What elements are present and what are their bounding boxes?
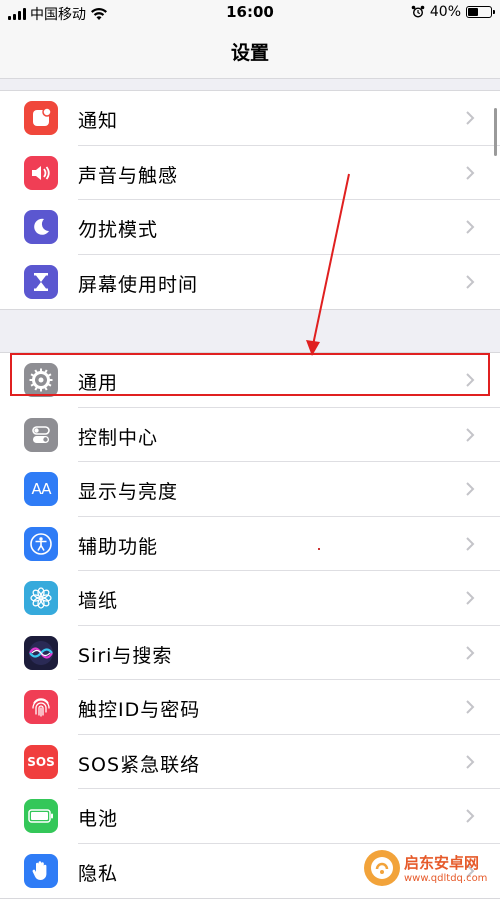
chevron-right-icon	[466, 700, 475, 714]
accessibility-icon	[24, 526, 58, 561]
settings-row-touch-id-passcode[interactable]: 触控ID与密码	[0, 680, 500, 735]
watermark-logo-icon	[364, 850, 400, 886]
annotation-dot	[318, 548, 320, 550]
battery-icon	[24, 799, 58, 833]
settings-row-screen-time[interactable]: 屏幕使用时间	[0, 255, 500, 310]
sound-icon	[24, 155, 58, 190]
chevron-right-icon	[466, 754, 475, 769]
settings-row-notifications[interactable]: 通知	[0, 91, 500, 146]
settings-row-display-brightness[interactable]: AA 显示与亮度	[0, 462, 500, 517]
settings-row-label: 控制中心	[78, 426, 159, 449]
chevron-right-icon	[466, 220, 475, 234]
settings-row-label: Siri与搜索	[78, 644, 173, 667]
settings-group-1: 通知 声音与触感 勿扰模式 屏幕使用时间	[0, 90, 500, 310]
settings-row-control-center[interactable]: 控制中心	[0, 408, 500, 462]
scroll-indicator[interactable]	[494, 108, 497, 156]
settings-row-siri-search[interactable]: Siri与搜索	[0, 626, 500, 680]
watermark: 启东安卓网 www.qdltdq.com	[364, 847, 496, 889]
settings-row-label: 勿扰模式	[78, 219, 159, 241]
chevron-right-icon	[466, 536, 475, 551]
annotation-highlight-box	[10, 353, 490, 396]
sos-icon: SOS	[24, 744, 58, 779]
settings-row-label: 隐私	[78, 862, 119, 885]
page-title: 设置	[230, 42, 269, 64]
screen-time-hourglass-icon	[24, 264, 58, 299]
chevron-right-icon	[466, 274, 475, 289]
alarm-clock-icon	[411, 5, 425, 18]
icon-glyph: AA	[31, 480, 52, 498]
icon-glyph: SOS	[27, 754, 55, 769]
settings-row-label: 显示与亮度	[78, 481, 179, 503]
status-bar: 中国移动 16:00 40%	[0, 0, 500, 26]
control-center-icon	[24, 417, 58, 452]
chevron-right-icon	[466, 645, 475, 660]
notifications-icon	[24, 101, 58, 135]
chevron-right-icon	[466, 165, 475, 180]
settings-row-label: 触控ID与密码	[78, 699, 201, 721]
navigation-bar: 设置	[0, 26, 500, 79]
settings-row-sounds-haptics[interactable]: 声音与触感	[0, 146, 500, 200]
chevron-right-icon	[466, 591, 475, 605]
settings-row-label: 辅助功能	[78, 535, 159, 558]
settings-row-do-not-disturb[interactable]: 勿扰模式	[0, 200, 500, 255]
chevron-right-icon	[466, 427, 475, 442]
settings-group-2: 通用 控制中心 AA 显示与亮度 辅助功能 墙纸 Siri与搜索 触控ID与密码…	[0, 352, 500, 899]
privacy-hand-icon	[24, 853, 58, 888]
settings-row-label: 声音与触感	[78, 164, 179, 187]
settings-row-label: 墙纸	[78, 590, 119, 612]
settings-row-battery[interactable]: 电池	[0, 789, 500, 844]
settings-row-wallpaper[interactable]: 墙纸	[0, 571, 500, 626]
settings-row-emergency-sos[interactable]: SOS SOS紧急联络	[0, 735, 500, 789]
settings-row-label: 电池	[78, 808, 119, 830]
settings-row-label: 屏幕使用时间	[78, 273, 199, 296]
battery-status-icon	[466, 6, 495, 18]
siri-icon	[24, 635, 58, 670]
chevron-right-icon	[466, 482, 475, 496]
chevron-right-icon	[466, 809, 475, 823]
display-brightness-icon: AA	[24, 472, 58, 506]
watermark-url: www.qdltdq.com	[404, 873, 488, 884]
status-right: 40%	[411, 4, 495, 20]
settings-row-label: SOS紧急联络	[78, 753, 201, 776]
wallpaper-flower-icon	[24, 581, 58, 615]
settings-row-accessibility[interactable]: 辅助功能	[0, 517, 500, 571]
chevron-right-icon	[466, 111, 475, 125]
touch-id-fingerprint-icon	[24, 690, 58, 724]
do-not-disturb-moon-icon	[24, 210, 58, 244]
watermark-title: 启东安卓网	[404, 854, 480, 872]
settings-row-label: 通知	[78, 110, 119, 132]
battery-percentage: 40%	[429, 4, 461, 20]
watermark-text: 启东安卓网 www.qdltdq.com	[404, 852, 487, 884]
